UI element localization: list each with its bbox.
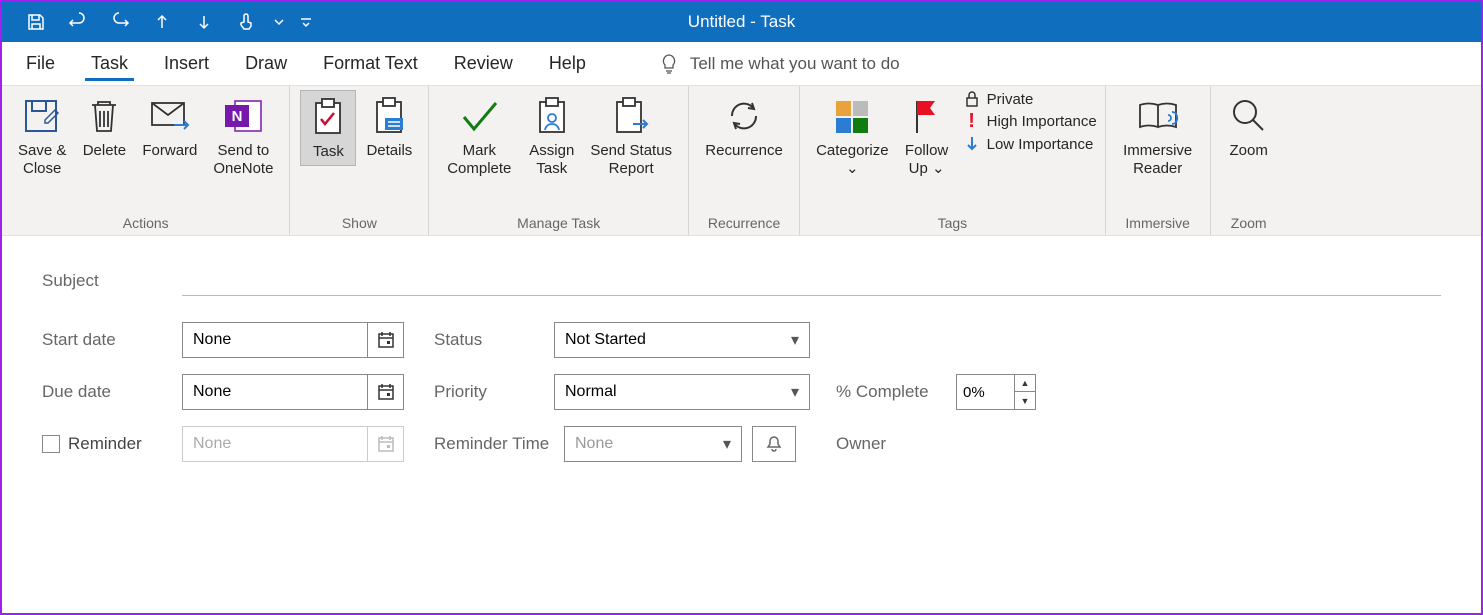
recurrence-button[interactable]: Recurrence [699, 90, 789, 164]
chevron-down-icon[interactable] [270, 4, 288, 40]
details-button[interactable]: Details [360, 90, 418, 164]
spinner-up[interactable]: ▲ [1015, 375, 1035, 392]
tab-draw[interactable]: Draw [241, 47, 291, 80]
save-close-button[interactable]: Save & Close [12, 90, 72, 182]
ribbon-tabs: File Task Insert Draw Format Text Review… [2, 42, 1481, 86]
priority-label: Priority [434, 382, 554, 402]
task-form: Subject Start date None Status Not Start… [2, 236, 1481, 462]
start-date-field[interactable]: None [182, 322, 404, 358]
private-button[interactable]: Private [963, 90, 1097, 108]
window-title: Untitled - Task [688, 12, 795, 32]
calendar-icon[interactable] [367, 323, 403, 357]
follow-up-button[interactable]: Follow Up ⌄ [899, 90, 955, 182]
mark-complete-button[interactable]: Mark Complete [439, 90, 519, 182]
arrow-up-icon[interactable] [144, 4, 180, 40]
calendar-icon[interactable] [367, 375, 403, 409]
chevron-down-icon: ▾ [781, 382, 809, 402]
tell-me-search[interactable]: Tell me what you want to do [658, 53, 900, 75]
quick-access-toolbar [2, 4, 318, 40]
start-date-label: Start date [42, 330, 182, 350]
spinner-down[interactable]: ▼ [1015, 392, 1035, 409]
low-importance-button[interactable]: Low Importance [963, 135, 1097, 153]
redo-icon[interactable] [102, 4, 138, 40]
high-importance-button[interactable]: ! High Importance [963, 110, 1097, 133]
tab-help[interactable]: Help [545, 47, 590, 80]
subject-label: Subject [42, 271, 182, 291]
pct-complete-spinner[interactable]: 0% ▲▼ [956, 374, 1036, 410]
send-status-button[interactable]: Send Status Report [584, 90, 678, 182]
customize-qat-icon[interactable] [294, 4, 318, 40]
group-tags: Categorize⌄ Follow Up ⌄ Private ! High I… [800, 86, 1106, 235]
undo-icon[interactable] [60, 4, 96, 40]
subject-input[interactable] [182, 266, 1441, 296]
tab-file[interactable]: File [22, 47, 59, 80]
bell-icon [765, 435, 783, 453]
group-show: Task Details Show [290, 86, 429, 235]
assign-task-button[interactable]: Assign Task [523, 90, 580, 182]
group-recurrence: Recurrence Recurrence [689, 86, 800, 235]
reminder-time-label: Reminder Time [434, 434, 564, 454]
chevron-down-icon: ⌄ [846, 160, 859, 177]
zoom-button[interactable]: Zoom [1221, 90, 1277, 164]
tab-task[interactable]: Task [87, 47, 132, 80]
task-view-button[interactable]: Task [300, 90, 356, 166]
group-immersive: Immersive Reader Immersive [1106, 86, 1211, 235]
exclamation-icon: ! [963, 110, 981, 133]
due-date-field[interactable]: None [182, 374, 404, 410]
chevron-down-icon: ⌄ [932, 160, 945, 177]
status-label: Status [434, 330, 554, 350]
forward-button[interactable]: Forward [136, 90, 203, 164]
due-date-label: Due date [42, 382, 182, 402]
reminder-date-field: None [182, 426, 404, 462]
chevron-down-icon: ▾ [713, 434, 741, 454]
send-onenote-button[interactable]: N Send to OneNote [207, 90, 279, 182]
group-actions: Save & Close Delete Forward N Send to On… [2, 86, 290, 235]
checkbox-icon [42, 435, 60, 453]
arrow-down-icon [963, 135, 981, 153]
reminder-sound-button[interactable] [752, 426, 796, 462]
immersive-reader-button[interactable]: Immersive Reader [1116, 90, 1200, 182]
tab-format-text[interactable]: Format Text [319, 47, 422, 80]
delete-button[interactable]: Delete [76, 90, 132, 164]
reminder-time-select[interactable]: None ▾ [564, 426, 742, 462]
touch-mode-icon[interactable] [228, 4, 264, 40]
owner-label: Owner [836, 434, 956, 454]
lightbulb-icon [658, 53, 680, 75]
status-select[interactable]: Not Started ▾ [554, 322, 810, 358]
svg-text:N: N [232, 108, 243, 125]
save-icon[interactable] [18, 4, 54, 40]
priority-select[interactable]: Normal ▾ [554, 374, 810, 410]
group-zoom: Zoom Zoom [1211, 86, 1287, 235]
pct-complete-label: % Complete [836, 382, 956, 402]
group-manage-task: Mark Complete Assign Task Send Status Re… [429, 86, 689, 235]
lock-icon [963, 90, 981, 108]
categorize-button[interactable]: Categorize⌄ [810, 90, 895, 182]
titlebar: Untitled - Task [2, 2, 1481, 42]
tell-me-placeholder: Tell me what you want to do [690, 54, 900, 74]
calendar-icon [367, 427, 403, 461]
arrow-down-icon[interactable] [186, 4, 222, 40]
chevron-down-icon: ▾ [781, 330, 809, 350]
ribbon: Save & Close Delete Forward N Send to On… [2, 86, 1481, 236]
tab-insert[interactable]: Insert [160, 47, 213, 80]
reminder-checkbox[interactable]: Reminder [42, 434, 182, 454]
tab-review[interactable]: Review [450, 47, 517, 80]
